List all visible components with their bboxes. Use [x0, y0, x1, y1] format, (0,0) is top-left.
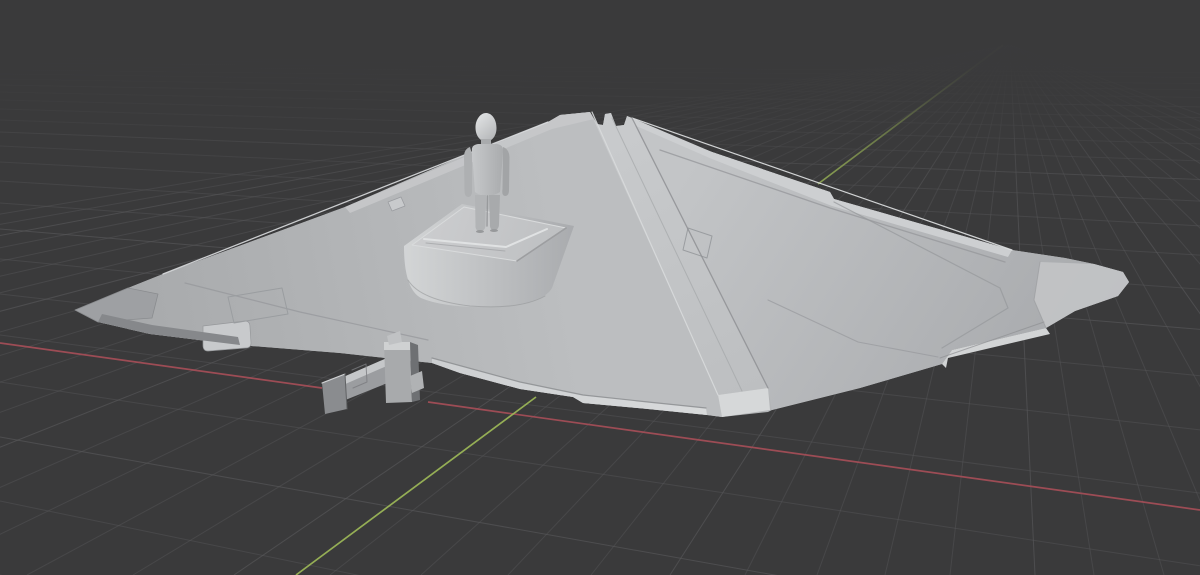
- scene-canvas: [0, 0, 1200, 575]
- turret-muzzle: [322, 374, 347, 414]
- figure-arm-right: [502, 147, 509, 196]
- figure-leg-right: [489, 195, 500, 230]
- nose-facet: [75, 288, 158, 322]
- x-axis-segment: [428, 402, 1200, 510]
- turret-body-top: [384, 342, 410, 350]
- figure-foot-left: [476, 230, 484, 233]
- y-axis-segment: [296, 397, 536, 575]
- 3d-viewport[interactable]: [0, 0, 1200, 575]
- figure-torso: [472, 144, 503, 196]
- figure-arm-left: [464, 147, 472, 197]
- figure-leg-left: [475, 195, 486, 231]
- grid-line-x: [0, 437, 1200, 575]
- figure-foot-right: [490, 229, 498, 232]
- turret-body: [384, 342, 412, 403]
- figure-leg-gap: [487, 196, 488, 226]
- wing-tip-facet: [1034, 262, 1129, 328]
